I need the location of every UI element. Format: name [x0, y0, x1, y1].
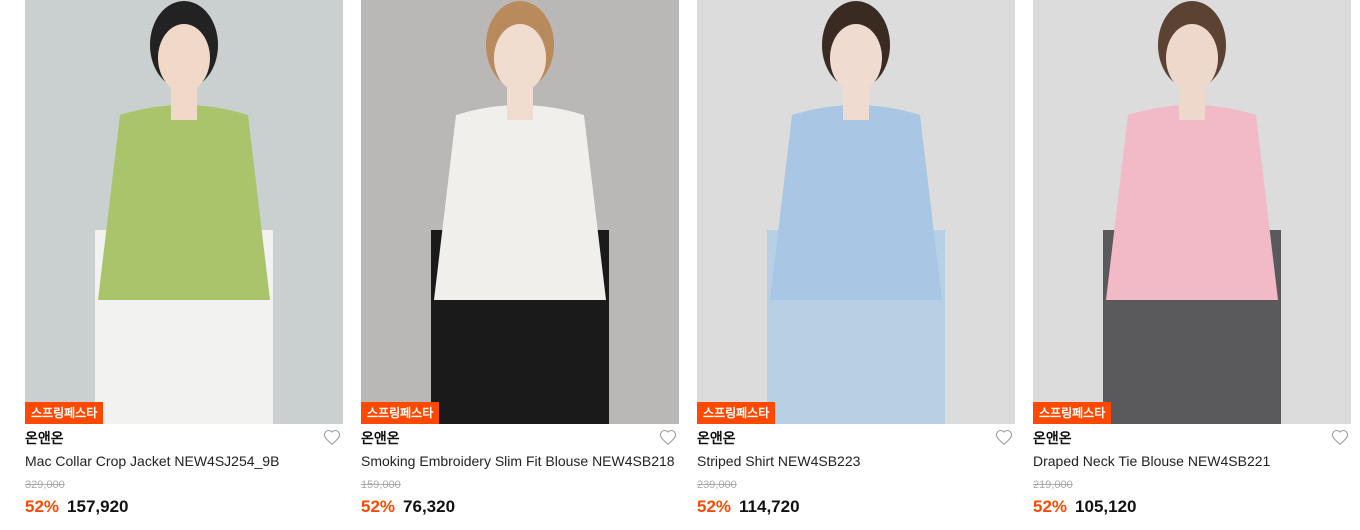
product-card[interactable]: 스프링페스타 온앤온 Mac Collar Crop Jacket NEW4SJ… — [25, 0, 343, 530]
heart-icon[interactable] — [995, 429, 1013, 447]
product-image[interactable]: 스프링페스타 — [697, 0, 1015, 424]
price-row: 52% 76,320 — [361, 497, 679, 517]
promo-badge: 스프링페스타 — [697, 402, 776, 424]
sale-price: 105,120 — [1075, 497, 1137, 516]
discount-rate: 52% — [1033, 497, 1068, 516]
brand-name[interactable]: 온앤온 — [697, 428, 736, 448]
brand-row: 온앤온 — [25, 426, 343, 450]
model-face — [494, 24, 546, 92]
original-price: 329,000 — [25, 479, 65, 491]
original-price: 219,000 — [1033, 479, 1073, 491]
product-name[interactable]: Mac Collar Crop Jacket NEW4SJ254_9B — [25, 453, 343, 473]
product-name[interactable]: Smoking Embroidery Slim Fit Blouse NEW4S… — [361, 453, 679, 473]
promo-badge: 스프링페스타 — [25, 402, 104, 424]
product-grid: 스프링페스타 온앤온 Mac Collar Crop Jacket NEW4SJ… — [25, 0, 1351, 530]
original-price: 159,000 — [361, 479, 401, 491]
model-top — [770, 105, 942, 300]
product-name[interactable]: Draped Neck Tie Blouse NEW4SB221 — [1033, 453, 1351, 473]
product-name[interactable]: Striped Shirt NEW4SB223 — [697, 453, 1015, 473]
brand-name[interactable]: 온앤온 — [1033, 428, 1072, 448]
heart-icon[interactable] — [1331, 429, 1349, 447]
model-top — [98, 105, 270, 300]
brand-name[interactable]: 온앤온 — [361, 428, 400, 448]
model-top — [1106, 105, 1278, 300]
model-top — [434, 105, 606, 300]
promo-badge: 스프링페스타 — [1033, 402, 1112, 424]
sale-price: 76,320 — [403, 497, 456, 516]
product-card[interactable]: 스프링페스타 온앤온 Smoking Embroidery Slim Fit B… — [361, 0, 679, 530]
brand-row: 온앤온 — [1033, 426, 1351, 450]
price-row: 52% 114,720 — [697, 497, 1015, 517]
brand-name[interactable]: 온앤온 — [25, 428, 64, 448]
product-image[interactable]: 스프링페스타 — [1033, 0, 1351, 424]
brand-row: 온앤온 — [361, 426, 679, 450]
original-price: 239,000 — [697, 479, 737, 491]
sale-price: 157,920 — [67, 497, 129, 516]
brand-row: 온앤온 — [697, 426, 1015, 450]
product-image[interactable]: 스프링페스타 — [361, 0, 679, 424]
product-image[interactable]: 스프링페스타 — [25, 0, 343, 424]
discount-rate: 52% — [697, 497, 732, 516]
discount-rate: 52% — [25, 497, 60, 516]
price-row: 52% 105,120 — [1033, 497, 1351, 517]
price-row: 52% 157,920 — [25, 497, 343, 517]
heart-icon[interactable] — [659, 429, 677, 447]
sale-price: 114,720 — [739, 497, 800, 516]
product-card[interactable]: 스프링페스타 온앤온 Draped Neck Tie Blouse NEW4SB… — [1033, 0, 1351, 530]
promo-badge: 스프링페스타 — [361, 402, 440, 424]
model-face — [830, 24, 882, 92]
discount-rate: 52% — [361, 497, 396, 516]
heart-icon[interactable] — [323, 429, 341, 447]
product-card[interactable]: 스프링페스타 온앤온 Striped Shirt NEW4SB223 239,0… — [697, 0, 1015, 530]
model-face — [1166, 24, 1218, 92]
model-face — [158, 24, 210, 92]
